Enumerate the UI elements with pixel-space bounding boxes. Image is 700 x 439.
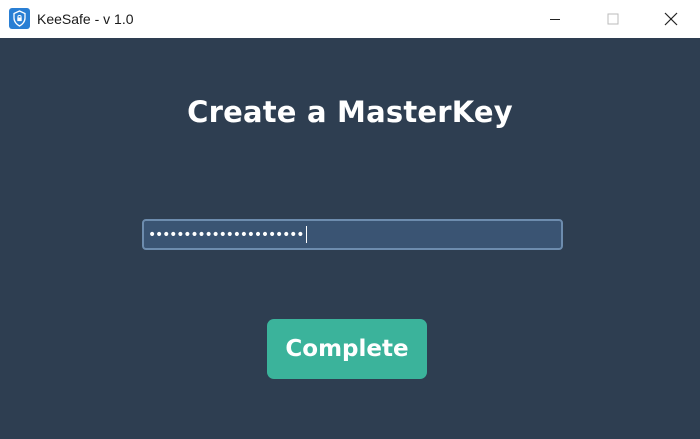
close-button[interactable] [642, 0, 700, 38]
text-caret [306, 226, 308, 243]
close-icon [664, 12, 678, 26]
title-bar[interactable]: KeeSafe - v 1.0 [0, 0, 700, 38]
maximize-icon [607, 13, 619, 25]
shield-lock-icon [9, 8, 30, 29]
app-window: KeeSafe - v 1.0 Create a MasterKey •••••… [0, 0, 700, 439]
window-title: KeeSafe - v 1.0 [37, 11, 134, 27]
password-value: •••••••••••••••••••••• [148, 226, 304, 243]
page-title: Create a MasterKey [187, 95, 513, 129]
complete-button[interactable]: Complete [267, 319, 427, 379]
minimize-button[interactable] [526, 0, 584, 38]
masterkey-password-input[interactable]: •••••••••••••••••••••• [142, 219, 563, 250]
minimize-icon [550, 19, 560, 20]
maximize-button[interactable] [584, 0, 642, 38]
